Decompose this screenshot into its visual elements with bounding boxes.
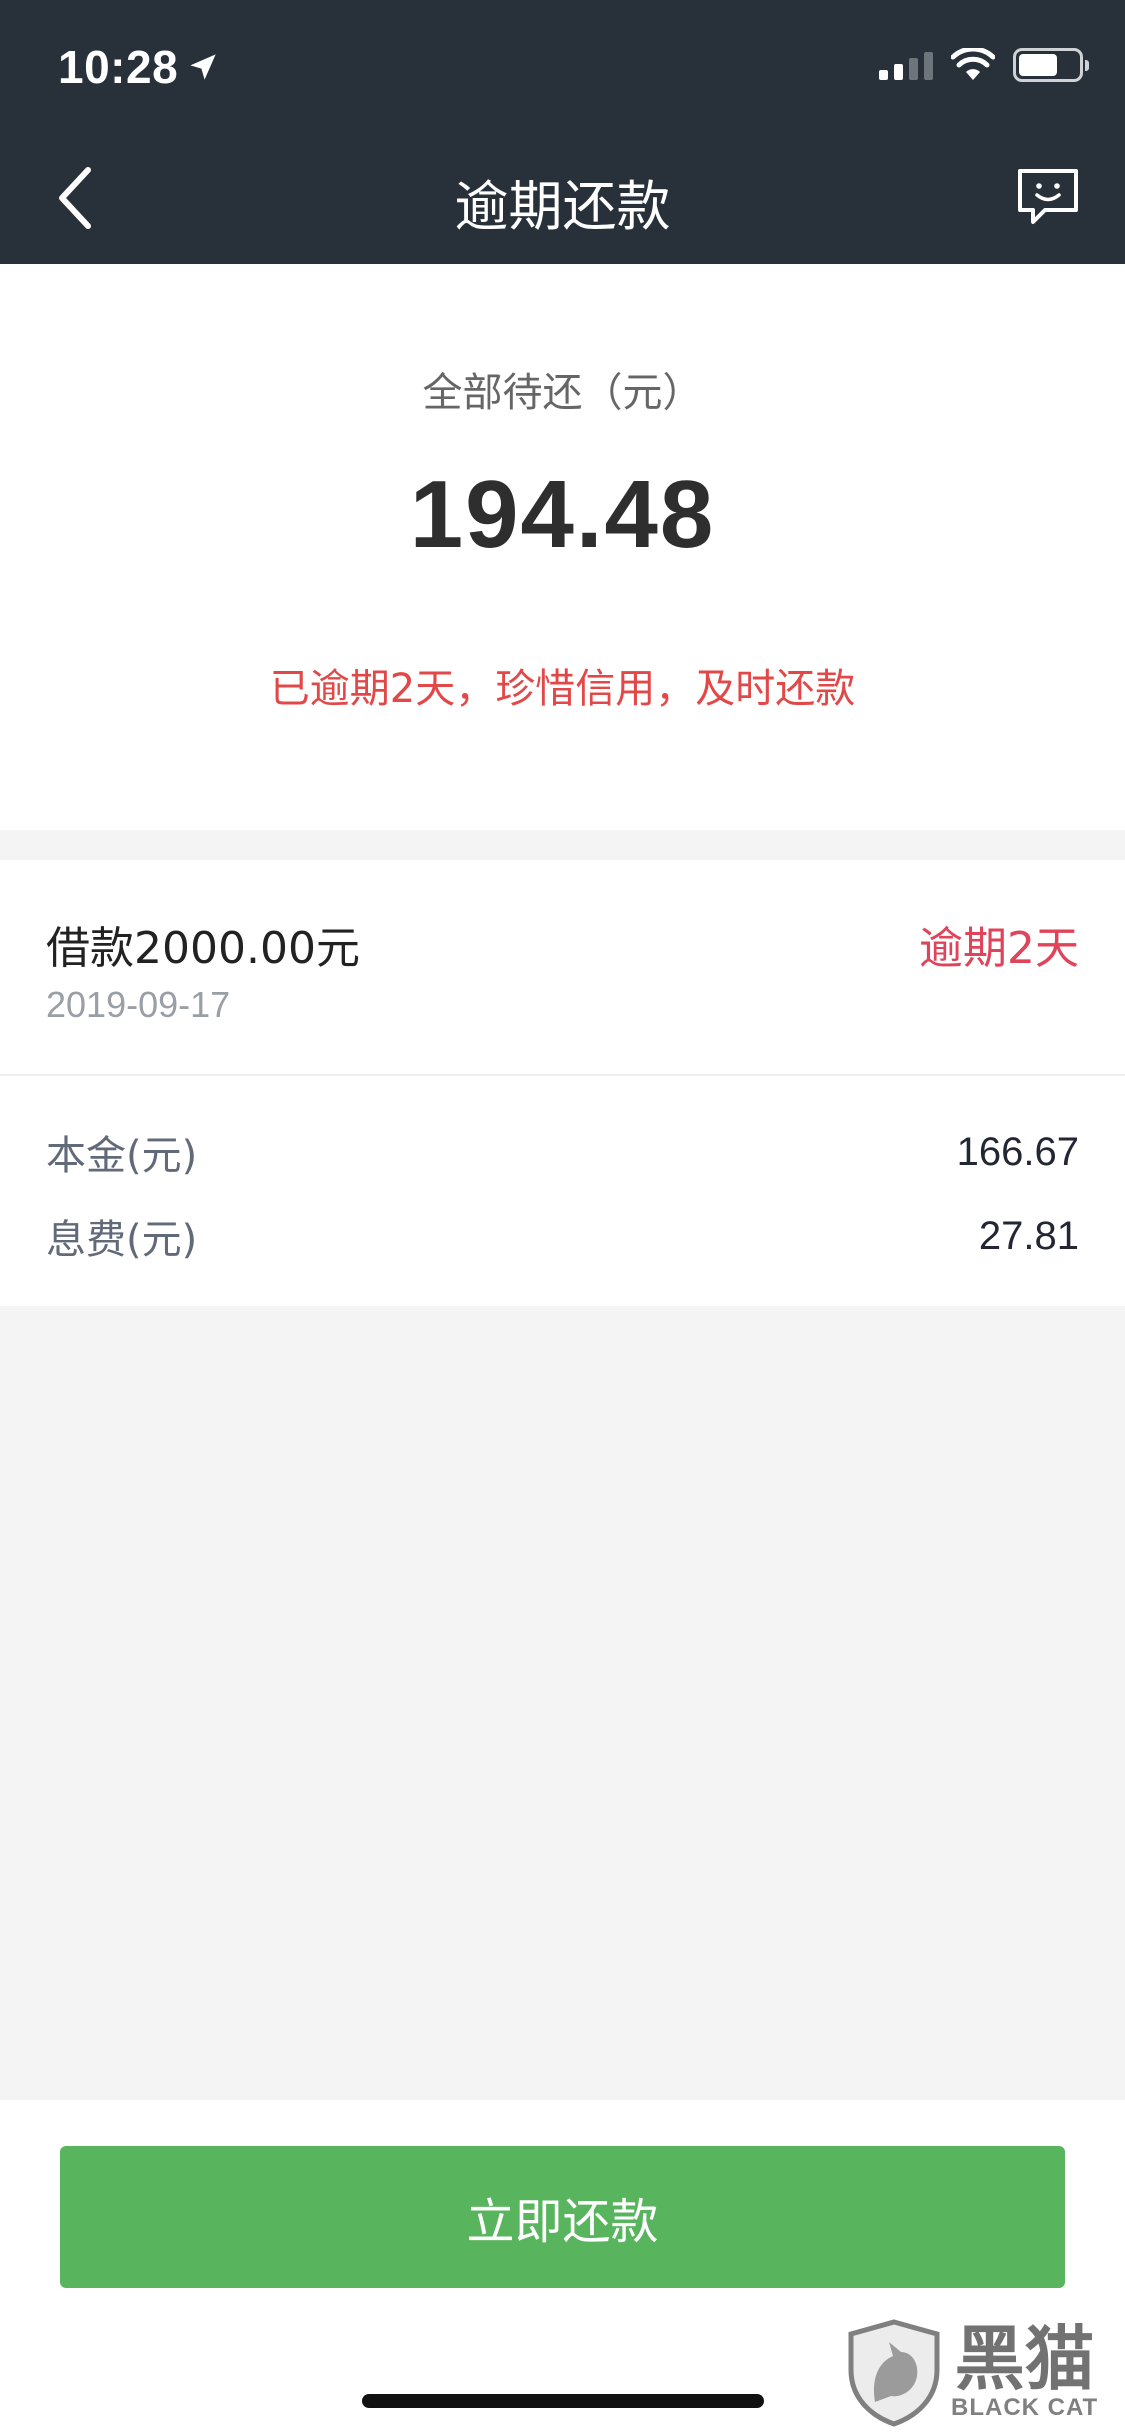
total-due-label: 全部待还（元） [422,370,703,416]
total-due-amount: 194.48 [409,461,716,568]
repay-now-button[interactable]: 立即还款 [60,2146,1065,2288]
repayment-summary: 全部待还（元） 194.48 已逾期2天，珍惜信用，及时还款 [0,264,1125,830]
principal-value: 166.67 [956,1129,1079,1174]
header: 10:28 逾期还款 [0,0,1125,264]
loan-header[interactable]: 借款2000.00元 2019-09-17 逾期2天 [0,860,1125,1076]
loan-detail-card: 借款2000.00元 2019-09-17 逾期2天 本金(元) 166.67 … [0,860,1125,1306]
overdue-warning: 已逾期2天，珍惜信用，及时还款 [269,666,856,712]
fee-row: 息费(元) 27.81 [46,1206,1079,1266]
overdue-badge: 逾期2天 [919,923,1079,974]
page-title: 逾期还款 [454,175,671,238]
location-arrow-icon [190,54,216,80]
signal-icon [879,50,933,80]
status-icons [879,48,1089,82]
fee-label: 息费(元) [46,1217,198,1263]
overdue-repayment-screen: 10:28 逾期还款 全部待还（元） 194.48 已逾期2天，珍惜信用，及时还… [0,0,1125,2436]
fee-value: 27.81 [978,1213,1079,1258]
loan-title: 借款2000.00元 [46,923,360,974]
chat-bubble-icon[interactable] [1015,166,1081,228]
principal-label: 本金(元) [46,1133,198,1179]
home-indicator[interactable] [362,2394,764,2408]
principal-row: 本金(元) 166.67 [46,1122,1079,1182]
watermark-en: BLACK CAT [951,2394,1099,2421]
wifi-icon [951,48,995,80]
watermark-text: 黑猫 BLACK CAT [951,2324,1098,2422]
loan-date: 2019-09-17 [46,984,231,1025]
cat-shield-icon [848,2319,940,2427]
status-time-text: 10:28 [58,41,179,93]
battery-icon [1013,48,1089,82]
status-time: 10:28 [58,40,222,94]
watermark-cn: 黑猫 [954,2318,1095,2400]
watermark-logo: 黑猫 BLACK CAT [845,2314,1115,2432]
